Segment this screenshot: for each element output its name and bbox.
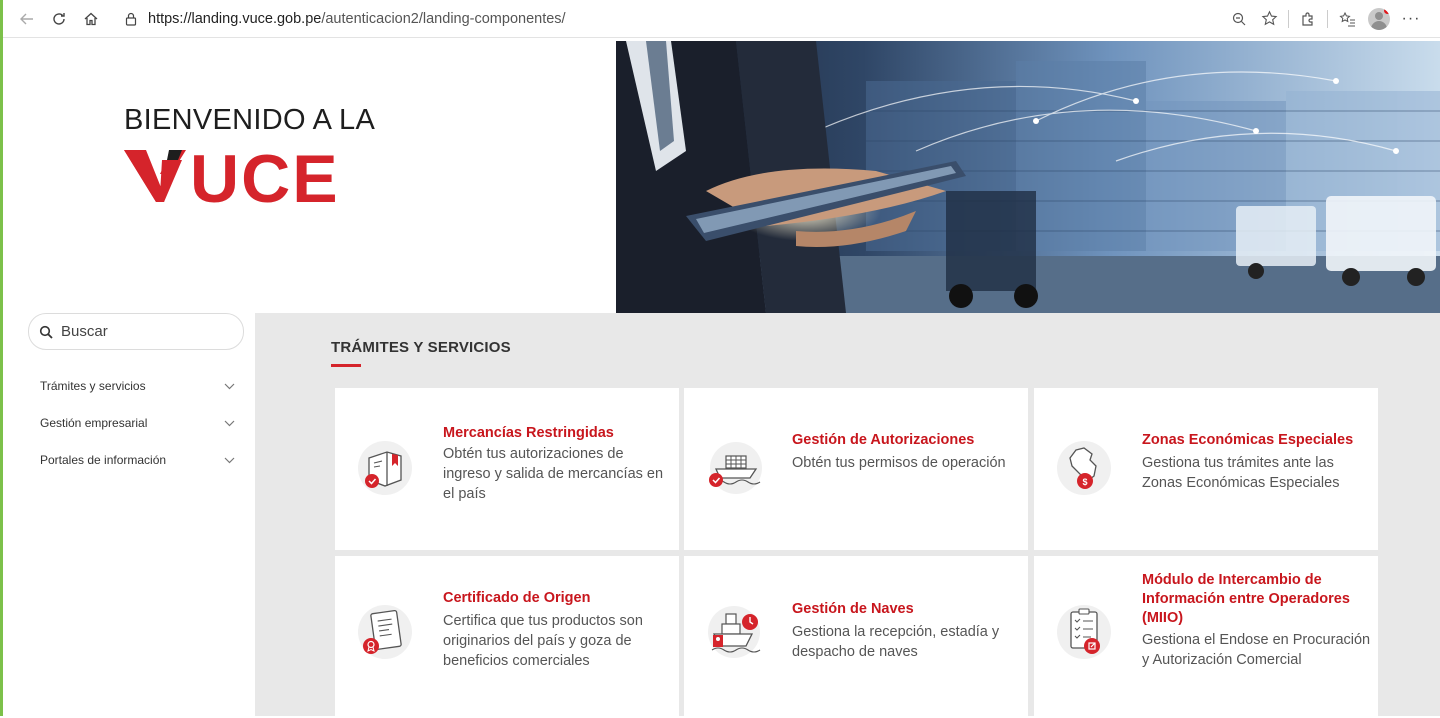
section-title: TRÁMITES Y SERVICIOS xyxy=(331,339,511,356)
svg-text:$: $ xyxy=(1082,477,1087,487)
svg-text:UCE: UCE xyxy=(190,144,340,208)
more-options-icon[interactable]: ··· xyxy=(1396,6,1426,32)
url-host: https://landing.vuce.gob.pe xyxy=(148,10,322,27)
browser-toolbar: https://landing.vuce.gob.pe/autenticacio… xyxy=(0,0,1440,38)
card-description: Obtén tus autorizaciones de ingreso y sa… xyxy=(443,446,664,502)
services-panel: TRÁMITES Y SERVICIOS Mercancías Restring… xyxy=(255,313,1440,718)
card-title: Mercancías Restringidas xyxy=(443,425,614,441)
profile-avatar[interactable] xyxy=(1368,7,1390,30)
notification-dot xyxy=(1384,7,1390,14)
reload-icon xyxy=(53,12,65,25)
hero-title: BIENVENIDO A LA xyxy=(124,104,376,136)
back-arrow-icon xyxy=(20,13,33,24)
hero-banner-image xyxy=(616,41,1440,313)
checklist-icon xyxy=(1054,602,1114,662)
service-card-mercancias[interactable]: Mercancías Restringidas Obtén tus autori… xyxy=(335,388,679,550)
home-icon xyxy=(84,12,98,25)
url-path: /autenticacion2/landing-componentes/ xyxy=(321,10,566,27)
reload-button[interactable] xyxy=(46,6,72,32)
vuce-logo: UCE xyxy=(124,141,374,217)
card-description: Obtén tus permisos de operación xyxy=(792,455,1006,471)
card-title: Módulo de Intercambio de Información ent… xyxy=(1142,572,1350,626)
address-bar[interactable]: https://landing.vuce.gob.pe/autenticacio… xyxy=(114,4,1224,33)
sidebar-item-label: Gestión empresarial xyxy=(40,416,148,430)
ship-icon xyxy=(704,602,764,662)
favorite-star-icon[interactable] xyxy=(1254,6,1284,32)
card-title: Zonas Económicas Especiales xyxy=(1142,432,1354,448)
card-description: Gestiona el Endose en Procuración y Auto… xyxy=(1142,632,1371,668)
chevron-down-icon xyxy=(222,383,236,390)
card-description: Gestiona la recepción, estadía y despach… xyxy=(792,624,1000,660)
card-title: Gestión de Autorizaciones xyxy=(792,432,975,448)
sidebar-item-tramites[interactable]: Trámites y servicios xyxy=(40,375,236,397)
sidebar: Buscar Trámites y servicios Gestión empr… xyxy=(3,313,255,716)
sidebar-item-portales[interactable]: Portales de información xyxy=(40,449,236,471)
chevron-down-icon xyxy=(222,457,236,464)
home-button[interactable] xyxy=(78,6,104,32)
card-title: Gestión de Naves xyxy=(792,601,914,617)
back-button[interactable] xyxy=(14,6,40,32)
card-title: Certificado de Origen xyxy=(443,590,591,606)
card-description: Gestiona tus trámites ante las Zonas Eco… xyxy=(1142,455,1340,491)
sidebar-item-label: Portales de información xyxy=(40,453,167,467)
package-icon xyxy=(355,438,415,498)
section-underline xyxy=(331,364,361,367)
zoom-icon[interactable] xyxy=(1224,6,1254,32)
service-card-certificado[interactable]: Certificado de Origen Certifica que tus … xyxy=(335,556,679,718)
service-card-miio[interactable]: Módulo de Intercambio de Información ent… xyxy=(1034,556,1378,718)
card-description: Certifica que tus productos son originar… xyxy=(443,613,643,669)
search-input[interactable]: Buscar xyxy=(28,313,244,350)
lock-icon xyxy=(124,12,138,26)
service-card-autorizaciones[interactable]: Gestión de Autorizaciones Obtén tus perm… xyxy=(684,388,1028,550)
certificate-icon xyxy=(355,602,415,662)
sidebar-item-label: Trámites y servicios xyxy=(40,379,146,393)
window-edge xyxy=(0,0,3,716)
service-card-naves[interactable]: Gestión de Naves Gestiona la recepción, … xyxy=(684,556,1028,718)
search-icon xyxy=(39,325,53,339)
search-placeholder: Buscar xyxy=(61,323,108,340)
cargo-ship-icon xyxy=(704,438,764,498)
chevron-down-icon xyxy=(222,420,236,427)
service-card-zonas[interactable]: $ Zonas Económicas Especiales Gestiona t… xyxy=(1034,388,1378,550)
favorites-list-icon[interactable] xyxy=(1332,6,1362,32)
peru-map-icon: $ xyxy=(1054,438,1114,498)
extensions-icon[interactable] xyxy=(1293,6,1323,32)
sidebar-item-gestion[interactable]: Gestión empresarial xyxy=(40,412,236,434)
